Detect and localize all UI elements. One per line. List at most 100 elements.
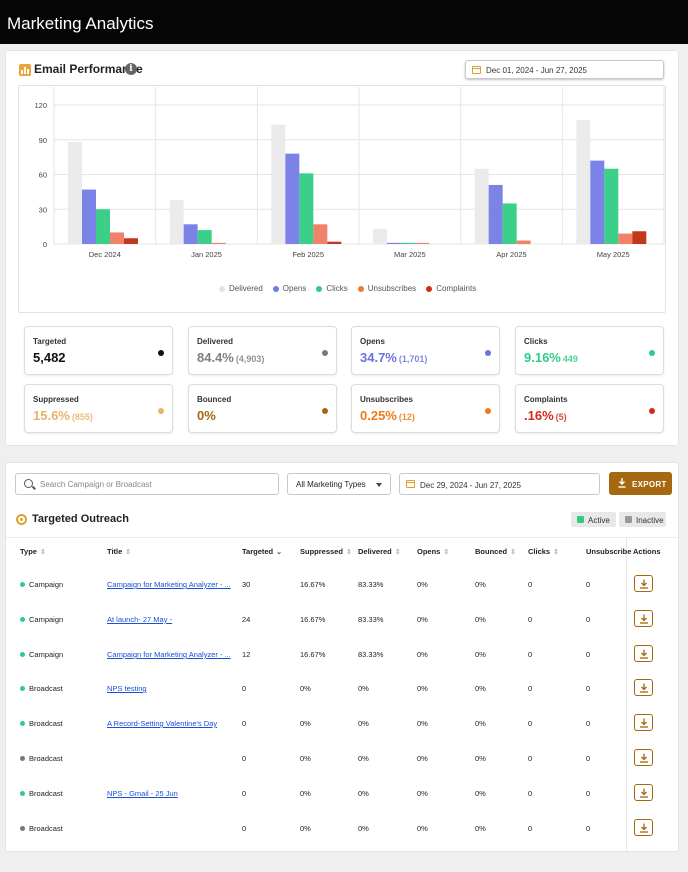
cell-delivered: 0% bbox=[358, 719, 369, 728]
sort-icon[interactable]: ⇕ bbox=[346, 548, 352, 556]
column-header-suppressed[interactable]: Suppressed ⇕ bbox=[300, 547, 352, 556]
stat-value: 34.7% (1,701) bbox=[360, 350, 427, 365]
sort-icon[interactable]: ⇕ bbox=[510, 548, 516, 556]
active-label: Active bbox=[588, 516, 610, 525]
cell-title[interactable]: NPS testing bbox=[107, 684, 147, 693]
cell-title[interactable]: A Record-Setting Valentine's Day bbox=[107, 719, 217, 728]
cell-type: Campaign bbox=[29, 580, 64, 589]
target-icon bbox=[16, 514, 27, 525]
cell-bounced: 0% bbox=[475, 684, 486, 693]
stat-label: Suppressed bbox=[33, 395, 79, 404]
column-header-bounced[interactable]: Bounced ⇕ bbox=[475, 547, 516, 556]
stat-indicator-dot bbox=[485, 350, 491, 356]
stat-indicator-dot bbox=[649, 350, 655, 356]
bar-clicks bbox=[502, 203, 517, 244]
cell-title[interactable]: Campaign for Marketing Analyzer - ... bbox=[107, 650, 231, 659]
bar-opens bbox=[82, 189, 96, 244]
download-icon bbox=[640, 579, 648, 589]
download-button[interactable] bbox=[634, 784, 653, 801]
column-header-type[interactable]: Type ⇕ bbox=[20, 547, 46, 556]
download-button[interactable] bbox=[634, 749, 653, 766]
download-button[interactable] bbox=[634, 679, 653, 696]
column-header-title[interactable]: Title ⇕ bbox=[107, 547, 131, 556]
cell-clicks: 0 bbox=[528, 580, 533, 589]
cell-type: Broadcast bbox=[29, 684, 63, 693]
cell-opens: 0% bbox=[417, 719, 428, 728]
bar-delivered bbox=[474, 168, 489, 244]
y-tick-label: 0 bbox=[43, 240, 47, 249]
cell-suppressed: 16.67% bbox=[300, 580, 326, 589]
cell-title[interactable]: NPS - Gmail - 25 Jun bbox=[107, 789, 178, 798]
search-placeholder: Search Campaign or Broadcast bbox=[40, 480, 152, 489]
column-header-label: Type bbox=[20, 547, 37, 556]
legend-item[interactable]: Opens bbox=[272, 284, 307, 293]
stat-sub-value: (5) bbox=[555, 412, 567, 422]
sort-icon[interactable]: ⇕ bbox=[443, 548, 449, 556]
cell-unsub: 0 bbox=[586, 650, 591, 659]
download-button[interactable] bbox=[634, 575, 653, 592]
x-tick-label: May 2025 bbox=[597, 250, 630, 259]
cell-bounced: 0% bbox=[475, 650, 486, 659]
cell-delivered: 83.33% bbox=[358, 580, 384, 589]
export-button[interactable]: EXPORT bbox=[609, 472, 672, 495]
column-header-label: Clicks bbox=[528, 547, 551, 556]
stat-sub-value: (855) bbox=[71, 412, 93, 422]
cell-clicks: 0 bbox=[528, 684, 533, 693]
stat-indicator-dot bbox=[322, 408, 328, 414]
bar-delivered bbox=[576, 120, 591, 244]
stat-card-opens: Opens 34.7% (1,701) bbox=[351, 326, 500, 375]
bar-clicks bbox=[299, 173, 314, 244]
cell-opens: 0% bbox=[417, 615, 428, 624]
bar-complaints bbox=[124, 238, 138, 244]
stat-sub-value: 449 bbox=[562, 354, 578, 364]
stat-value: 9.16% 449 bbox=[524, 350, 578, 365]
stat-label: Clicks bbox=[524, 337, 548, 346]
cell-title[interactable]: Campaign for Marketing Analyzer - ... bbox=[107, 580, 231, 589]
marketing-type-select[interactable]: All Marketing Types bbox=[287, 473, 391, 495]
column-header-actions: Actions bbox=[633, 547, 661, 556]
cell-type: Broadcast bbox=[29, 719, 63, 728]
download-button[interactable] bbox=[634, 645, 653, 662]
legend-item[interactable]: Clicks bbox=[316, 284, 348, 293]
download-button[interactable] bbox=[634, 714, 653, 731]
column-header-clicks[interactable]: Clicks ⇕ bbox=[528, 547, 559, 556]
legend-label: Opens bbox=[282, 284, 307, 293]
cell-delivered: 83.33% bbox=[358, 650, 384, 659]
cell-clicks: 0 bbox=[528, 719, 533, 728]
sort-icon[interactable]: ⇕ bbox=[40, 548, 46, 556]
sort-icon[interactable]: ⌄ bbox=[276, 548, 282, 556]
bar-opens bbox=[285, 153, 300, 244]
cell-unsub: 0 bbox=[586, 789, 591, 798]
bar-unsubscribes bbox=[516, 240, 531, 244]
cell-opens: 0% bbox=[417, 684, 428, 693]
column-header-targeted[interactable]: Targeted ⌄ bbox=[242, 547, 282, 556]
sort-icon[interactable]: ⇕ bbox=[553, 548, 559, 556]
export-label: EXPORT bbox=[632, 480, 667, 489]
cell-opens: 0% bbox=[417, 650, 428, 659]
search-input[interactable]: Search Campaign or Broadcast bbox=[15, 473, 279, 495]
column-header-delivered[interactable]: Delivered ⇕ bbox=[358, 547, 401, 556]
legend-item[interactable]: Delivered bbox=[219, 284, 263, 293]
cell-type: Campaign bbox=[29, 650, 64, 659]
stat-sub-value: (1,701) bbox=[398, 354, 428, 364]
download-button[interactable] bbox=[634, 819, 653, 836]
legend-item[interactable]: Complaints bbox=[426, 284, 476, 293]
cell-title[interactable]: At launch- 27 May - bbox=[107, 615, 172, 624]
stat-label: Opens bbox=[360, 337, 385, 346]
download-icon bbox=[640, 649, 648, 659]
outreach-date-picker[interactable]: Dec 29, 2024 - Jun 27, 2025 bbox=[399, 473, 600, 495]
column-header-unsubscribe[interactable]: Unsubscribe bbox=[586, 547, 631, 556]
stat-card-targeted: Targeted 5,482 bbox=[24, 326, 173, 375]
bar-unsubscribes bbox=[415, 242, 429, 244]
cell-suppressed: 0% bbox=[300, 824, 311, 833]
cell-opens: 0% bbox=[417, 754, 428, 763]
download-button[interactable] bbox=[634, 610, 653, 627]
legend-item[interactable]: Unsubscribes bbox=[357, 284, 416, 293]
column-header-opens[interactable]: Opens ⇕ bbox=[417, 547, 449, 556]
stat-label: Unsubscribes bbox=[360, 395, 413, 404]
cell-bounced: 0% bbox=[475, 580, 486, 589]
sort-icon[interactable]: ⇕ bbox=[125, 548, 131, 556]
sort-icon[interactable]: ⇕ bbox=[395, 548, 401, 556]
legend-label: Complaints bbox=[436, 284, 477, 293]
legend-label: Delivered bbox=[229, 284, 263, 293]
